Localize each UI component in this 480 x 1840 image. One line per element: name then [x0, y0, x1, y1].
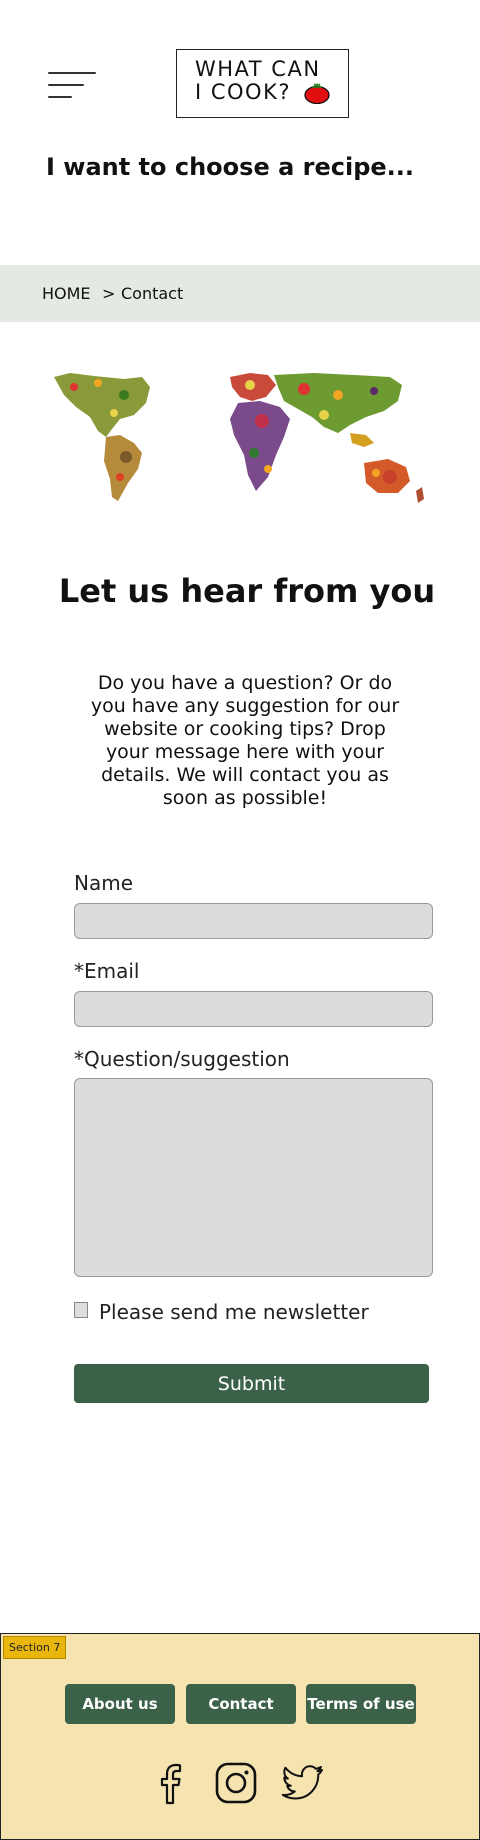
email-field[interactable] — [74, 991, 433, 1027]
question-field-label: *Question/suggestion — [74, 1047, 290, 1071]
logo-text: WHAT CAN I COOK? — [195, 58, 321, 104]
name-field[interactable] — [74, 903, 433, 939]
email-field-label: *Email — [74, 959, 140, 983]
tomato-icon — [304, 83, 330, 104]
section-badge: Section 7 — [3, 1636, 67, 1659]
instagram-icon[interactable] — [214, 1761, 258, 1805]
world-map-of-vegetables-image — [54, 373, 424, 503]
intro-text: Do you have a question? Or do you have a… — [90, 672, 400, 809]
facebook-icon[interactable] — [150, 1761, 194, 1805]
twitter-icon[interactable] — [281, 1761, 325, 1805]
footer-contact-button[interactable]: Contact — [186, 1684, 296, 1724]
page-tagline: I want to choose a recipe... — [45, 153, 414, 181]
submit-button[interactable]: Submit — [74, 1364, 429, 1403]
name-field-label: Name — [74, 871, 134, 895]
breadcrumb-home-link[interactable]: HOME — [42, 284, 91, 303]
site-header: WHAT CAN I COOK? I want to choose a reci… — [0, 0, 480, 265]
page-heading: Let us hear from you — [58, 572, 436, 610]
breadcrumb-current: Contact — [121, 284, 184, 303]
question-textarea[interactable] — [74, 1078, 433, 1277]
footer-terms-of-use-button[interactable]: Terms of use — [306, 1684, 416, 1724]
footer-about-us-button[interactable]: About us — [65, 1684, 175, 1724]
logo-line-1: WHAT CAN — [195, 57, 321, 81]
newsletter-checkbox[interactable] — [74, 1302, 88, 1318]
newsletter-checkbox-label: Please send me newsletter — [99, 1300, 369, 1324]
breadcrumb-separator: > — [102, 284, 116, 303]
site-footer: Section 7 About us Contact Terms of use — [0, 1633, 480, 1840]
breadcrumb: HOME > Contact — [0, 265, 480, 322]
site-logo[interactable]: WHAT CAN I COOK? — [176, 49, 349, 118]
hamburger-menu-icon[interactable] — [48, 70, 98, 100]
logo-line-2: I COOK? — [195, 80, 292, 104]
